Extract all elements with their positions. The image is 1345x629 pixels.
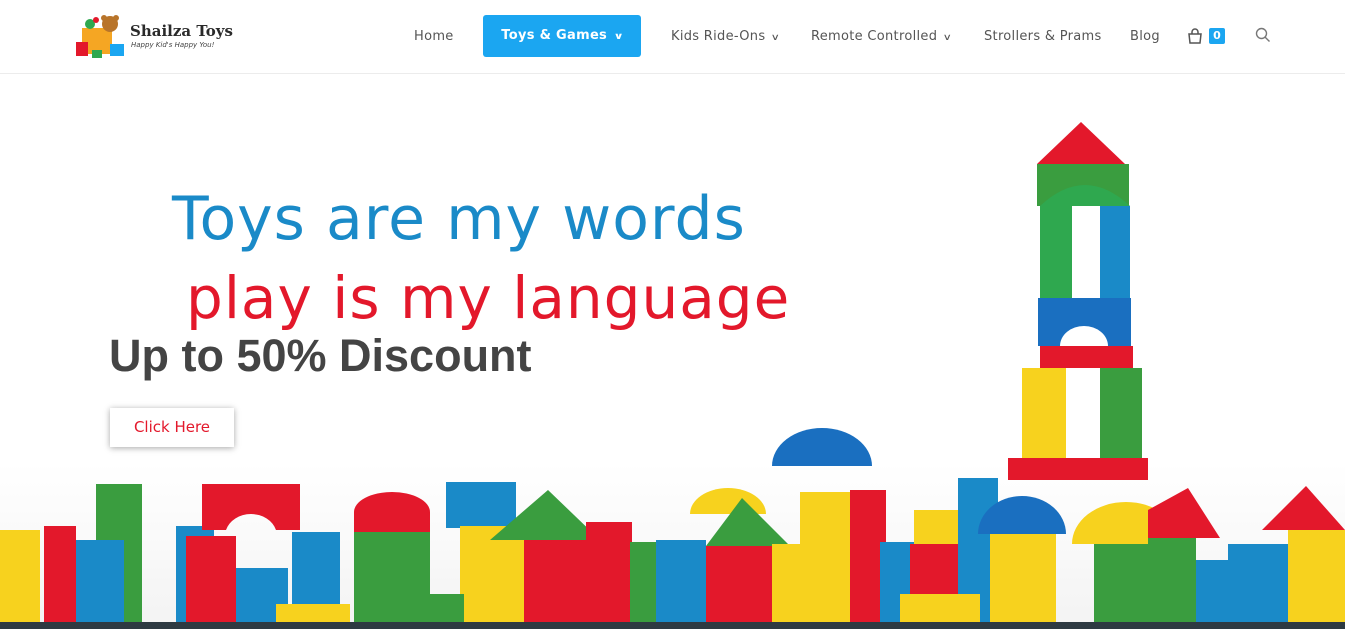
brand-tagline: Happy Kid's Happy You! xyxy=(131,41,215,49)
site-logo[interactable]: Shailza Toys Happy Kid's Happy You! xyxy=(76,14,236,60)
nav-kids-ride-ons-label: Kids Ride-Ons xyxy=(671,29,766,44)
slogan-line-1: Toys are my words xyxy=(172,184,746,254)
bottom-bar xyxy=(0,622,1345,629)
nav-kids-ride-ons[interactable]: Kids Ride-Ons ∨ xyxy=(671,0,781,73)
brand-name: Shailza Toys xyxy=(130,22,233,40)
click-here-button[interactable]: Click Here xyxy=(110,408,234,447)
nav-home-label: Home xyxy=(414,29,454,44)
site-header: Shailza Toys Happy Kid's Happy You! Home… xyxy=(0,0,1345,74)
chevron-down-icon: ∨ xyxy=(942,33,953,43)
nav-remote-controlled[interactable]: Remote Controlled ∨ xyxy=(811,0,953,73)
chevron-down-icon: ∨ xyxy=(613,32,625,42)
shopping-bag-icon xyxy=(1188,28,1202,44)
cart-count-badge: 0 xyxy=(1209,28,1225,44)
nav-remote-controlled-label: Remote Controlled xyxy=(811,29,938,44)
cart-button[interactable]: 0 xyxy=(1187,26,1229,46)
search-button[interactable] xyxy=(1255,27,1271,43)
chevron-down-icon: ∨ xyxy=(771,33,781,43)
nav-strollers-prams[interactable]: Strollers & Prams xyxy=(984,0,1102,73)
hero-banner: Toys are my words play is my language Up… xyxy=(0,74,1345,629)
nav-blog-label: Blog xyxy=(1130,29,1160,44)
toy-logo-icon xyxy=(76,15,124,58)
hero-headline: Up to 50% Discount xyxy=(109,330,532,381)
nav-home[interactable]: Home xyxy=(414,0,454,73)
search-icon xyxy=(1255,27,1270,42)
nav-blog[interactable]: Blog xyxy=(1130,0,1160,73)
nav-toys-games-label: Toys & Games xyxy=(501,28,608,43)
slogan-line-2: play is my language xyxy=(186,264,791,332)
nav-toys-games[interactable]: Toys & Games ∨ xyxy=(483,15,641,57)
nav-strollers-prams-label: Strollers & Prams xyxy=(984,29,1102,44)
